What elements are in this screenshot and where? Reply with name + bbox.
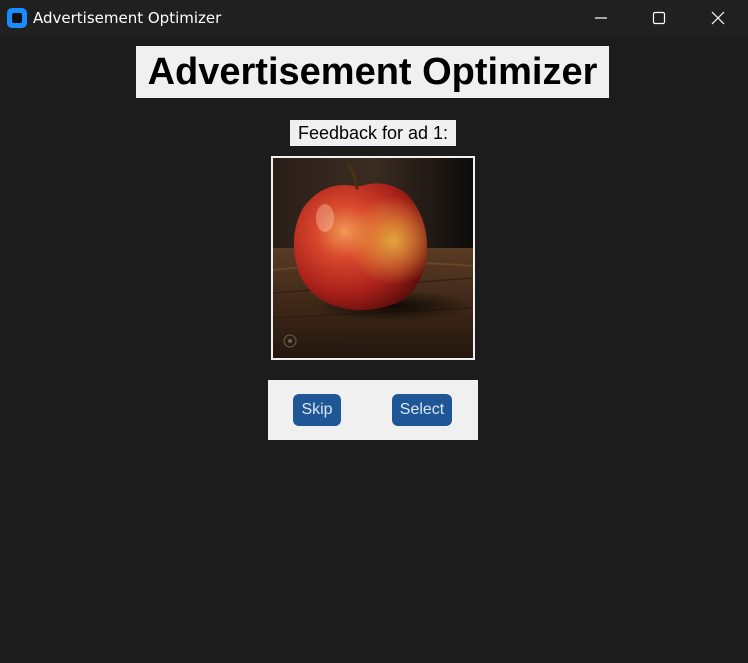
title-bar[interactable]: Advertisement Optimizer <box>0 0 748 36</box>
select-button[interactable]: Select <box>392 394 452 426</box>
feedback-label: Feedback for ad 1: <box>290 120 456 146</box>
page-title: Advertisement Optimizer <box>136 46 609 98</box>
main-content: Advertisement Optimizer Feedback for ad … <box>0 36 748 663</box>
app-window: Advertisement Optimizer Advertisement Op… <box>0 0 748 663</box>
window-title: Advertisement Optimizer <box>33 9 222 27</box>
action-panel: Skip Select <box>268 380 478 440</box>
app-icon <box>7 8 27 28</box>
apple-image <box>273 158 473 358</box>
close-icon <box>711 11 725 25</box>
skip-button[interactable]: Skip <box>293 394 341 426</box>
minimize-icon <box>595 17 607 19</box>
ad-image <box>271 156 475 360</box>
close-button[interactable] <box>689 0 747 36</box>
minimize-button[interactable] <box>572 0 630 36</box>
maximize-icon <box>652 11 666 25</box>
maximize-button[interactable] <box>630 0 688 36</box>
